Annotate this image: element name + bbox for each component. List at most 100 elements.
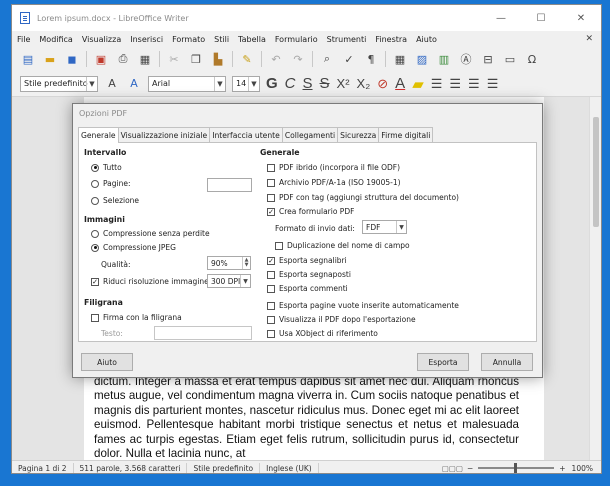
update-style-icon[interactable]: A (104, 76, 120, 92)
view-layout-icons[interactable]: ▢▢▢ (442, 464, 463, 473)
range-selection-radio[interactable]: Selezione (91, 196, 139, 205)
pages-input[interactable] (207, 178, 252, 192)
undo-icon[interactable]: ↶ (268, 51, 284, 67)
chevron-down-icon[interactable]: ▼ (396, 221, 406, 233)
export-button[interactable]: Esporta (417, 353, 469, 371)
menu-tools[interactable]: Strumenti (327, 35, 367, 44)
menu-help[interactable]: Aiuto (416, 35, 437, 44)
tab-user-interface[interactable]: Interfaccia utente (209, 127, 283, 142)
highlight-icon[interactable]: ▰ (412, 75, 424, 93)
tab-initial-view[interactable]: Visualizzazione iniziale (117, 127, 211, 142)
insert-chart-icon[interactable]: ▥ (436, 51, 452, 67)
new-document-icon[interactable]: ▤ (20, 51, 36, 67)
hybrid-pdf-checkbox[interactable]: PDF ibrido (incorpora il file ODF) (267, 163, 400, 172)
chevron-down-icon[interactable]: ▼ (240, 275, 250, 287)
duplicate-names-checkbox[interactable]: Duplicazione del nome di campo (275, 241, 410, 250)
insert-image-icon[interactable]: ▨ (414, 51, 430, 67)
menu-window[interactable]: Finestra (375, 35, 407, 44)
page-break-icon[interactable]: ⊟ (480, 51, 496, 67)
lossless-compression-radio[interactable]: Compressione senza perdite (91, 229, 210, 238)
clone-format-icon[interactable]: ✎ (239, 51, 255, 67)
vertical-scrollbar[interactable] (589, 97, 601, 460)
chevron-down-icon[interactable]: ▼ (248, 76, 259, 91)
redo-icon[interactable]: ↷ (290, 51, 306, 67)
export-comments-checkbox[interactable]: Esporta commenti (267, 284, 348, 293)
help-button[interactable]: Aiuto (81, 353, 133, 371)
tagged-pdf-checkbox[interactable]: PDF con tag (aggiungi struttura del docu… (267, 193, 459, 202)
insert-field-icon[interactable]: ▭ (502, 51, 518, 67)
menu-view[interactable]: Visualizza (82, 35, 121, 44)
menu-edit[interactable]: Modifica (39, 35, 72, 44)
view-after-export-checkbox[interactable]: Visualizza il PDF dopo l'esportazione (267, 315, 416, 324)
watermark-text-input[interactable] (154, 326, 252, 340)
export-pdf-icon[interactable]: ▣ (93, 51, 109, 67)
zoom-slider[interactable] (478, 463, 555, 473)
new-style-icon[interactable]: A (126, 76, 142, 92)
cut-icon[interactable]: ✂ (166, 51, 182, 67)
close-document-icon[interactable]: ✕ (585, 34, 593, 44)
insert-table-icon[interactable]: ▦ (392, 51, 408, 67)
watermark-checkbox[interactable]: Firma con la filigrana (91, 313, 182, 322)
align-left-icon[interactable]: ☰ (431, 76, 443, 92)
export-blank-pages-checkbox[interactable]: Esporta pagine vuote inserite automatica… (267, 301, 459, 310)
spin-arrows-icon[interactable]: ▲ ▼ (242, 257, 250, 269)
subscript-icon[interactable]: X₂ (357, 76, 371, 91)
export-bookmarks-checkbox[interactable]: ✓ Esporta segnalibri (267, 256, 347, 265)
superscript-icon[interactable]: X² (337, 76, 350, 91)
submit-format-combo[interactable]: FDF ▼ (362, 220, 407, 234)
dpi-combo[interactable]: 300 DPI ▼ (207, 274, 251, 288)
special-character-icon[interactable]: Ω (524, 51, 540, 67)
spelling-icon[interactable]: ✓ (341, 51, 357, 67)
find-replace-icon[interactable]: ⌕ (319, 51, 335, 67)
italic-icon[interactable]: C (285, 75, 296, 92)
zoom-out-icon[interactable]: − (467, 464, 473, 473)
font-size-combo[interactable]: 14 ▼ (232, 75, 260, 92)
print-icon[interactable]: ⎙ (115, 51, 131, 67)
jpeg-compression-radio[interactable]: Compressione JPEG (91, 243, 176, 252)
document-text[interactable]: dictum. Integer a massa et erat tempus d… (94, 375, 519, 460)
copy-icon[interactable]: ❐ (188, 51, 204, 67)
cancel-button[interactable]: Annulla (481, 353, 533, 371)
quality-spinbox[interactable]: 90% ▲ ▼ (207, 256, 251, 270)
reference-xobjects-checkbox[interactable]: Usa XObject di riferimento (267, 329, 378, 338)
range-all-radio[interactable]: Tutto (91, 163, 122, 172)
print-preview-icon[interactable]: ▦ (137, 51, 153, 67)
open-folder-icon[interactable]: ▬ (42, 51, 58, 67)
menu-file[interactable]: File (17, 35, 30, 44)
underline-icon[interactable]: S (303, 75, 313, 92)
save-icon[interactable]: ◼ (64, 51, 80, 67)
maximize-button[interactable]: ☐ (521, 5, 561, 31)
menu-table[interactable]: Tabella (238, 35, 266, 44)
tab-links[interactable]: Collegamenti (281, 127, 339, 142)
paragraph-style-combo[interactable]: Stile predefinito ▼ (20, 75, 98, 92)
bold-icon[interactable]: G (266, 75, 278, 92)
reduce-resolution-checkbox[interactable]: ✓ Riduci risoluzione immagine (91, 277, 209, 286)
strikethrough-icon[interactable]: S (320, 75, 330, 92)
clear-formatting-icon[interactable]: ⊘ (377, 76, 388, 92)
tab-security[interactable]: Sicurezza (337, 127, 380, 142)
menu-styles[interactable]: Stili (214, 35, 229, 44)
align-center-icon[interactable]: ☰ (449, 76, 461, 92)
menu-insert[interactable]: Inserisci (130, 35, 163, 44)
chevron-down-icon[interactable]: ▼ (86, 76, 97, 91)
insert-textbox-icon[interactable]: Ⓐ (458, 51, 474, 67)
tab-general[interactable]: Generale (78, 127, 119, 143)
chevron-down-icon[interactable]: ▼ (214, 76, 225, 91)
zoom-in-icon[interactable]: + (559, 464, 565, 473)
formatting-marks-icon[interactable]: ¶ (363, 51, 379, 67)
font-color-icon[interactable]: A (395, 75, 405, 92)
range-pages-radio[interactable]: Pagine: (91, 179, 131, 188)
menu-format[interactable]: Formato (172, 35, 205, 44)
export-placeholders-checkbox[interactable]: Esporta segnaposti (267, 270, 351, 279)
minimize-button[interactable]: — (481, 5, 521, 31)
align-right-icon[interactable]: ☰ (468, 76, 480, 92)
close-button[interactable]: ✕ (561, 5, 601, 31)
create-form-checkbox[interactable]: ✓ Crea formulario PDF (267, 207, 354, 216)
font-name-combo[interactable]: Arial ▼ (148, 75, 226, 92)
archive-pdfa-checkbox[interactable]: Archivio PDF/A-1a (ISO 19005-1) (267, 178, 401, 187)
page-style: Stile predefinito (187, 462, 261, 473)
tab-digital-signatures[interactable]: Firme digitali (378, 127, 434, 142)
paste-icon[interactable]: ▙ (210, 51, 226, 67)
justify-icon[interactable]: ☰ (487, 76, 499, 92)
menu-form[interactable]: Formulario (275, 35, 318, 44)
